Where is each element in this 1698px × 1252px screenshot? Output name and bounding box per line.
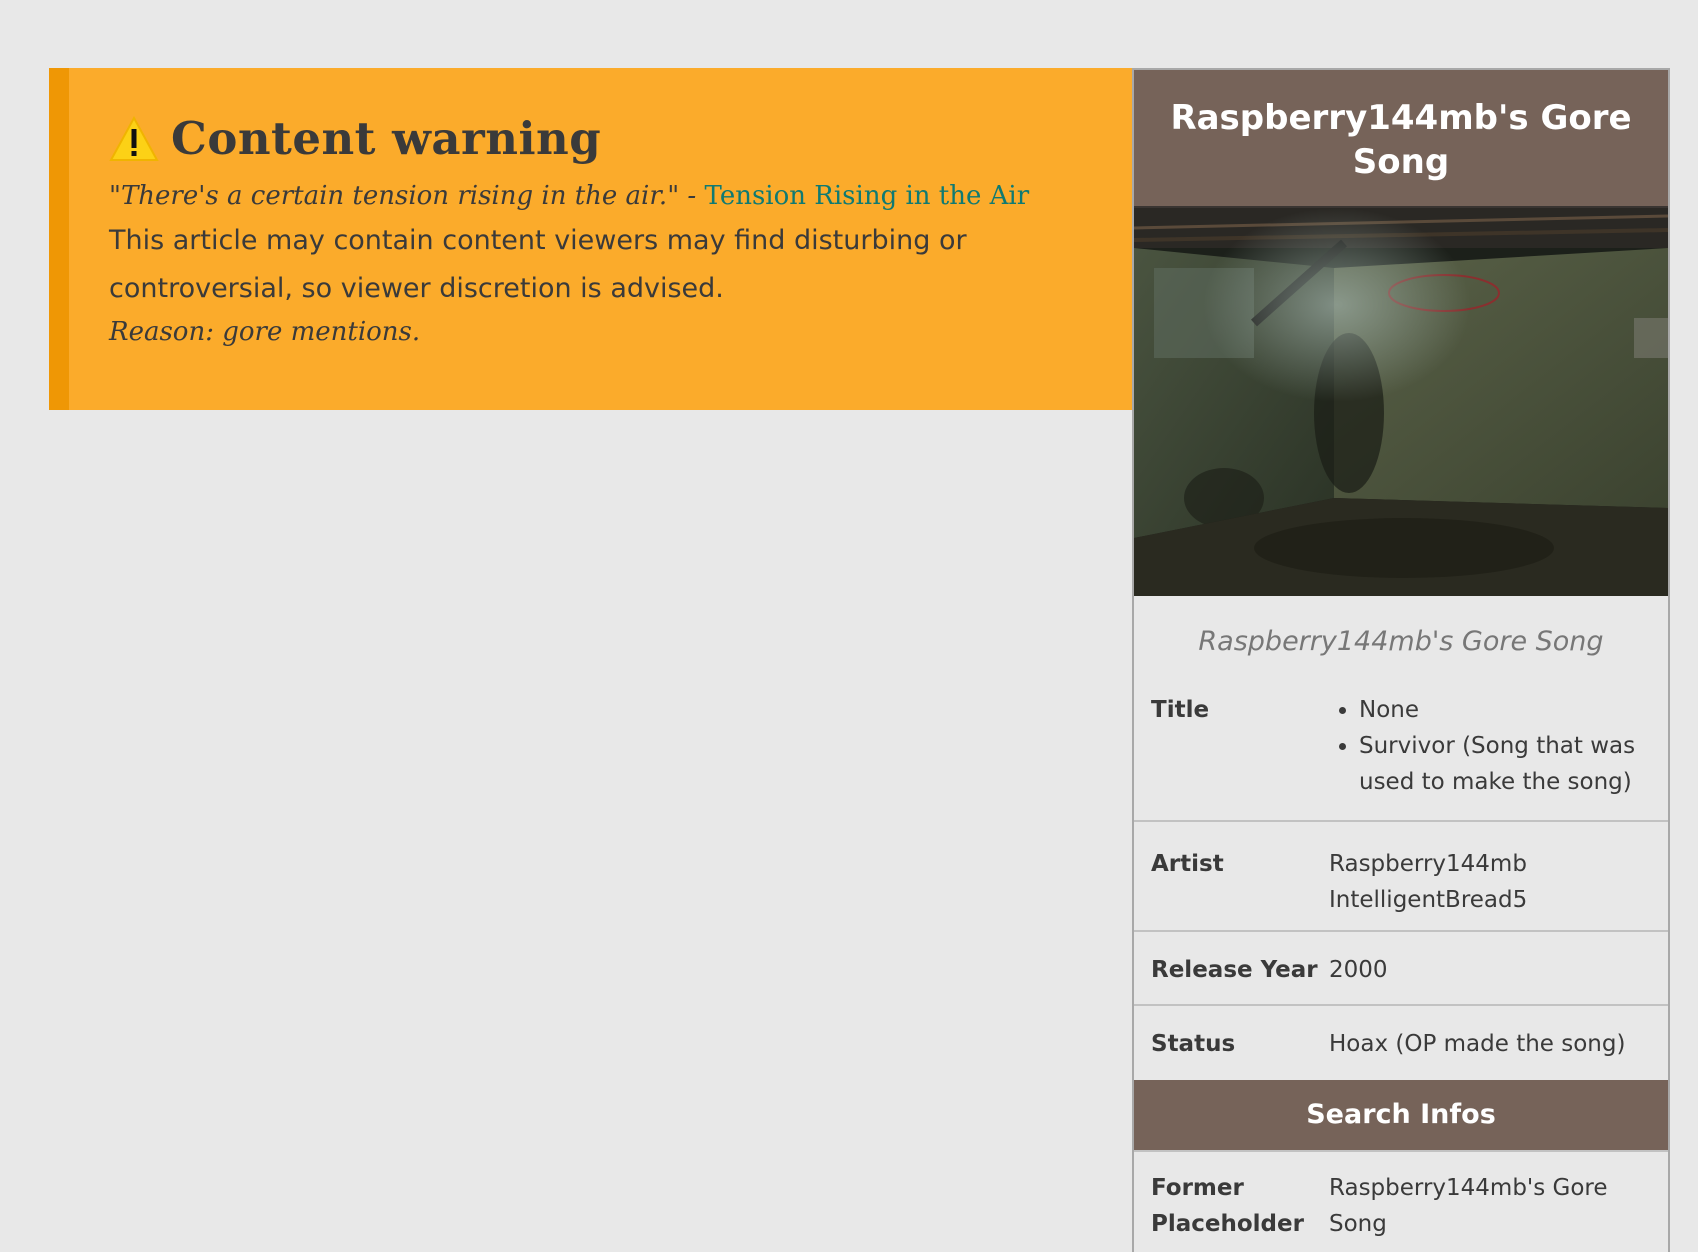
warning-triangle-icon xyxy=(109,115,159,161)
artist-name: IntelligentBread5 xyxy=(1329,887,1528,913)
quote-text: "There's a certain tension rising in the… xyxy=(109,181,680,211)
infobox-row-title: Title None Survivor (Song that was used … xyxy=(1134,672,1668,822)
quote-separator: - xyxy=(679,181,705,211)
list-item: Survivor (Song that was used to make the… xyxy=(1359,728,1658,800)
row-value: None Survivor (Song that was used to mak… xyxy=(1329,692,1668,820)
infobox-title: Raspberry144mb's Gore Song xyxy=(1134,70,1668,208)
warning-header: Content warning xyxy=(109,112,1092,165)
row-value: Raspberry144mb's Gore Song xyxy=(1329,1175,1608,1237)
warning-quote: "There's a certain tension rising in the… xyxy=(109,181,1092,211)
row-label: Former Placeholder xyxy=(1151,1175,1304,1237)
row-label: Artist xyxy=(1151,851,1224,877)
quote-source-link[interactable]: Tension Rising in the Air xyxy=(705,181,1030,211)
warning-title: Content warning xyxy=(171,112,602,165)
infobox-row-release-year: Release Year 2000 xyxy=(1134,932,1668,1006)
list-item: None xyxy=(1359,692,1658,728)
infobox-caption: Raspberry144mb's Gore Song xyxy=(1198,626,1604,657)
content-warning-box: Content warning "There's a certain tensi… xyxy=(49,68,1132,410)
song-infobox: Raspberry144mb's Gore Song Raspberry144m… xyxy=(1132,68,1670,1252)
infobox-image[interactable] xyxy=(1134,208,1668,596)
section-header-search-infos: Search Infos xyxy=(1134,1080,1668,1150)
infobox-row-artist: Artist Raspberry144mb IntelligentBread5 xyxy=(1134,822,1668,932)
warning-body: This article may contain content viewers… xyxy=(109,225,967,304)
row-label: Status xyxy=(1151,1031,1236,1057)
row-label: Release Year xyxy=(1151,957,1318,983)
row-value: Hoax (OP made the song) xyxy=(1329,1031,1626,1057)
row-value: Raspberry144mb IntelligentBread5 xyxy=(1329,846,1668,930)
infobox-row-former-placeholder: Former Placeholder Raspberry144mb's Gore… xyxy=(1134,1150,1668,1250)
row-value: 2000 xyxy=(1329,957,1388,983)
warning-reason: Reason: gore mentions. xyxy=(109,317,421,347)
artist-name: Raspberry144mb xyxy=(1329,851,1527,877)
infobox-row-status: Status Hoax (OP made the song) xyxy=(1134,1006,1668,1080)
row-label: Title xyxy=(1151,697,1210,723)
